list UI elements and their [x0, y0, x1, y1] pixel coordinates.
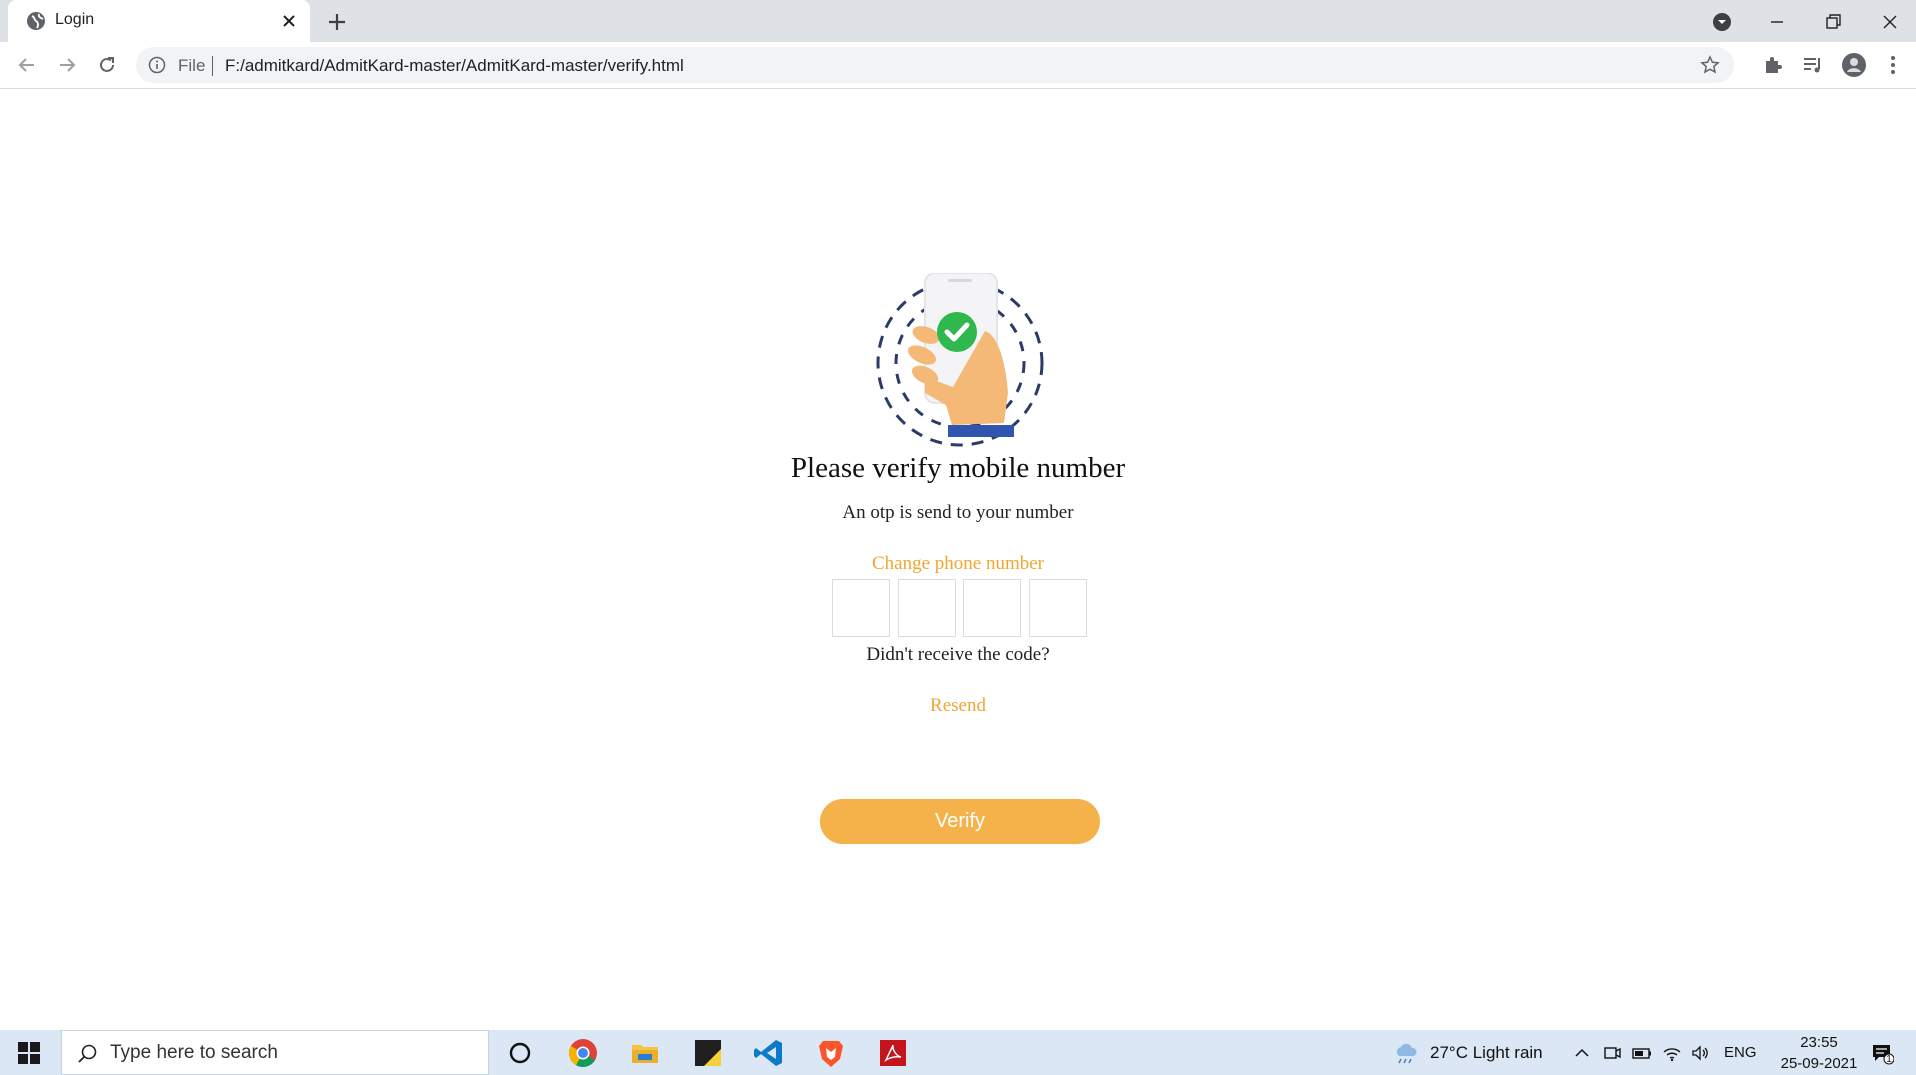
- battery-icon[interactable]: [1632, 1043, 1652, 1063]
- notification-count-badge: 1: [1886, 1054, 1892, 1065]
- verify-button[interactable]: Verify: [820, 799, 1100, 844]
- no-code-prompt: Didn't receive the code?: [866, 644, 1050, 665]
- address-divider: [212, 56, 213, 76]
- windows-start-icon[interactable]: [18, 1042, 40, 1064]
- browser-tab[interactable]: Login: [8, 0, 310, 42]
- forward-icon[interactable]: [54, 52, 80, 78]
- change-phone-link[interactable]: Change phone number: [0, 553, 1916, 575]
- vscode-icon[interactable]: [753, 1037, 785, 1069]
- new-tab-icon[interactable]: [325, 10, 349, 34]
- clock-date[interactable]: 25-09-2021: [1769, 1055, 1869, 1072]
- otp-digit-3[interactable]: [963, 579, 1021, 637]
- otp-sent-message: An otp is send to your number: [842, 502, 1074, 523]
- browser-menu-icon[interactable]: [1880, 52, 1906, 78]
- globe-icon: [27, 12, 45, 30]
- search-icon: [78, 1044, 97, 1063]
- weather-text[interactable]: 27°C Light rain: [1430, 1043, 1543, 1063]
- browser-toolbar: File F:/admitkard/AdmitKard-master/Admit…: [0, 42, 1916, 89]
- phone-verification-illustration: [876, 273, 1044, 447]
- extensions-icon[interactable]: [1760, 52, 1786, 78]
- close-window-icon[interactable]: [1876, 8, 1904, 36]
- otp-digit-2[interactable]: [898, 579, 956, 637]
- windows-taskbar: Type here to search 27°C Light rain ENG …: [0, 1030, 1916, 1075]
- media-control-icon[interactable]: [1800, 52, 1826, 78]
- address-scheme-label: File: [178, 56, 206, 75]
- resend-link[interactable]: Resend: [0, 695, 1916, 717]
- bookmark-star-icon[interactable]: [1700, 55, 1720, 75]
- close-tab-icon[interactable]: [279, 11, 299, 31]
- sticky-notes-icon[interactable]: [692, 1037, 724, 1069]
- search-placeholder: Type here to search: [110, 1042, 278, 1063]
- taskbar-search[interactable]: Type here to search: [61, 1030, 489, 1075]
- address-url[interactable]: F:/admitkard/AdmitKard-master/AdmitKard-…: [225, 56, 684, 76]
- otp-digit-4[interactable]: [1029, 579, 1087, 637]
- tab-title: Login: [55, 11, 95, 28]
- minimize-icon[interactable]: [1763, 8, 1791, 36]
- cortana-icon[interactable]: [504, 1037, 536, 1069]
- verify-page: Please verify mobile number An otp is se…: [0, 89, 1916, 1030]
- volume-icon[interactable]: [1690, 1043, 1710, 1063]
- tab-strip: Login: [0, 0, 1916, 42]
- wifi-icon[interactable]: [1662, 1043, 1682, 1063]
- brave-browser-icon[interactable]: [815, 1037, 847, 1069]
- reload-icon[interactable]: [94, 52, 120, 78]
- profile-avatar-icon[interactable]: [1841, 52, 1867, 78]
- file-explorer-icon[interactable]: [629, 1037, 661, 1069]
- acrobat-reader-icon[interactable]: [877, 1037, 909, 1069]
- weather-rain-icon[interactable]: [1393, 1042, 1419, 1064]
- restore-icon[interactable]: [1819, 8, 1847, 36]
- chrome-icon[interactable]: [567, 1037, 599, 1069]
- language-indicator[interactable]: ENG: [1724, 1044, 1757, 1061]
- tab-search-icon[interactable]: [1708, 8, 1736, 36]
- page-title: Please verify mobile number: [790, 452, 1126, 484]
- otp-digit-1[interactable]: [832, 579, 890, 637]
- clock-time[interactable]: 23:55: [1789, 1034, 1849, 1051]
- chevron-up-icon[interactable]: [1572, 1043, 1592, 1063]
- meet-now-icon[interactable]: [1602, 1043, 1622, 1063]
- otp-input-group: [832, 579, 1088, 637]
- address-bar[interactable]: File F:/admitkard/AdmitKard-master/Admit…: [136, 47, 1734, 83]
- back-icon[interactable]: [14, 52, 40, 78]
- info-icon[interactable]: [148, 56, 166, 74]
